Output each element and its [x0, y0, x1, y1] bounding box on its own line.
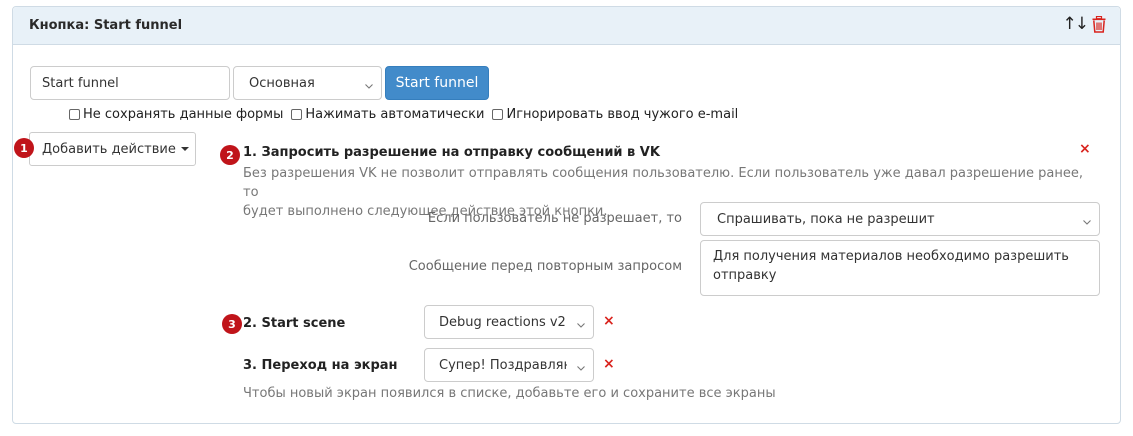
checkbox-auto-press[interactable]: Нажимать автоматически: [291, 107, 484, 122]
scene-value: Debug reactions v2: [439, 314, 566, 330]
message-label: Сообщение перед повторным запросом: [408, 259, 682, 274]
checkbox-ignore-email[interactable]: Игнорировать ввод чужого e-mail: [492, 107, 738, 122]
checkbox-label: Не сохранять данные формы: [83, 106, 284, 122]
chevron-down-icon: [365, 79, 373, 89]
remove-action-3-icon[interactable]: ×: [603, 356, 615, 372]
deny-behavior-value: Спрашивать, пока не разрешит: [717, 211, 935, 227]
step-badge-1: 1: [14, 138, 34, 158]
button-name-input[interactable]: Start funnel: [30, 66, 230, 100]
action-2-title: 2. Start scene: [243, 316, 346, 331]
remove-action-1-icon[interactable]: ×: [1079, 141, 1091, 157]
checkbox-box[interactable]: [69, 108, 80, 120]
deny-behavior-select[interactable]: Спрашивать, пока не разрешит: [700, 202, 1100, 236]
step-badge-2: 2: [220, 145, 240, 165]
checkbox-label: Нажимать автоматически: [305, 106, 485, 122]
add-action-label: Добавить действие: [42, 141, 176, 157]
deny-label: Если пользователь не разрешает, то: [427, 211, 682, 226]
chevron-down-icon: [577, 361, 585, 371]
chevron-down-icon: [577, 318, 585, 328]
checkbox-box[interactable]: [492, 108, 504, 120]
chevron-down-icon: [1083, 215, 1091, 225]
scene-select[interactable]: Debug reactions v2: [424, 305, 594, 339]
checkbox-row: Не сохранять данные формы Нажимать автом…: [69, 105, 746, 123]
remove-action-2-icon[interactable]: ×: [603, 313, 615, 329]
panel-title: Кнопка: Start funnel: [29, 18, 183, 33]
message-textarea[interactable]: Для получения материалов необходимо разр…: [700, 240, 1100, 296]
button-preview[interactable]: Start funnel: [385, 66, 489, 100]
checkbox-no-save-form[interactable]: Не сохранять данные формы: [69, 107, 283, 122]
add-action-button[interactable]: Добавить действие: [29, 132, 196, 166]
header-icons: ↑↓: [1063, 14, 1107, 34]
step-badge-3: 3: [222, 314, 242, 334]
action-1-description-line: Без разрешения VK не позволит отправлять…: [243, 166, 1083, 200]
action-3-title: 3. Переход на экран: [243, 358, 398, 373]
caret-down-icon: [180, 147, 189, 151]
button-style-select[interactable]: Основная: [233, 66, 382, 100]
action-1-title: 1. Запросить разрешение на отправку сооб…: [243, 145, 660, 160]
panel-header: Кнопка: Start funnel ↑↓: [13, 7, 1120, 45]
button-name-value: Start funnel: [42, 75, 119, 91]
action-3-hint: Чтобы новый экран появился в списке, доб…: [243, 386, 776, 401]
checkbox-label: Игнорировать ввод чужого e-mail: [506, 106, 739, 122]
sort-arrows-icon[interactable]: ↑↓: [1063, 14, 1089, 34]
checkbox-box[interactable]: [291, 108, 303, 120]
screen-value: Супер! Поздравляю: [439, 357, 567, 373]
trash-icon[interactable]: [1092, 15, 1106, 33]
button-style-value: Основная: [249, 75, 315, 91]
screen-select[interactable]: Супер! Поздравляю: [424, 348, 594, 382]
